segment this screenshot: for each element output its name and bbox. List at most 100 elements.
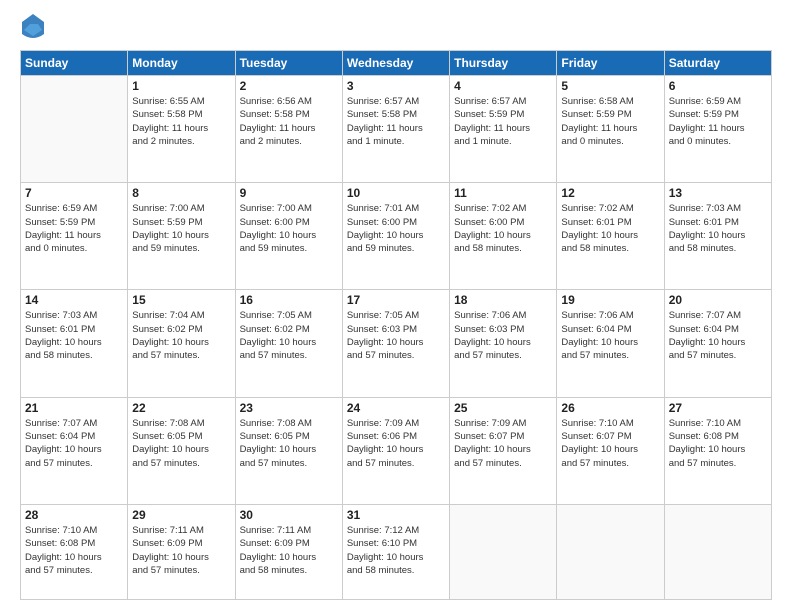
day-number: 21 [25, 401, 123, 415]
day-number: 19 [561, 293, 659, 307]
day-number: 25 [454, 401, 552, 415]
day-number: 14 [25, 293, 123, 307]
day-number: 4 [454, 79, 552, 93]
day-info: Sunrise: 6:55 AMSunset: 5:58 PMDaylight:… [132, 95, 230, 148]
calendar-cell: 12 Sunrise: 7:02 AMSunset: 6:01 PMDayligh… [557, 183, 664, 290]
calendar-cell: 19Sunrise: 7:06 AMSunset: 6:04 PMDayligh… [557, 290, 664, 397]
calendar-table: SundayMondayTuesdayWednesdayThursdayFrid… [20, 50, 772, 600]
logo [20, 18, 44, 42]
day-info: Sunrise: 7:06 AMSunset: 6:03 PMDaylight:… [454, 309, 552, 362]
day-info: Sunrise: 6:57 AMSunset: 5:58 PMDaylight:… [347, 95, 445, 148]
calendar-header-thursday: Thursday [450, 51, 557, 76]
calendar-cell: 7 Sunrise: 6:59 AMSunset: 5:59 PMDaylight… [21, 183, 128, 290]
calendar-week-2: 7 Sunrise: 6:59 AMSunset: 5:59 PMDaylight… [21, 183, 772, 290]
day-number: 18 [454, 293, 552, 307]
day-info: Sunrise: 7:03 AMSunset: 6:01 PMDaylight:… [669, 202, 767, 255]
day-number: 12 [561, 186, 659, 200]
calendar-cell: 22 Sunrise: 7:08 AMSunset: 6:05 PMDayligh… [128, 397, 235, 504]
day-number: 15 [132, 293, 230, 307]
day-number: 2 [240, 79, 338, 93]
calendar-header-saturday: Saturday [664, 51, 771, 76]
page: SundayMondayTuesdayWednesdayThursdayFrid… [0, 0, 792, 612]
calendar-cell: 10Sunrise: 7:01 AMSunset: 6:00 PMDayligh… [342, 183, 449, 290]
calendar-week-3: 14 Sunrise: 7:03 AMSunset: 6:01 PMDayligh… [21, 290, 772, 397]
day-number: 27 [669, 401, 767, 415]
calendar-week-4: 21 Sunrise: 7:07 AMSunset: 6:04 PMDayligh… [21, 397, 772, 504]
day-info: Sunrise: 7:00 AMSunset: 5:59 PMDaylight:… [132, 202, 230, 255]
calendar-header-tuesday: Tuesday [235, 51, 342, 76]
header [20, 18, 772, 42]
day-info: Sunrise: 7:00 AMSunset: 6:00 PMDaylight:… [240, 202, 338, 255]
day-info: Sunrise: 6:57 AMSunset: 5:59 PMDaylight:… [454, 95, 552, 148]
day-number: 22 [132, 401, 230, 415]
day-number: 11 [454, 186, 552, 200]
day-info: Sunrise: 7:10 AMSunset: 6:07 PMDaylight:… [561, 417, 659, 470]
day-number: 30 [240, 508, 338, 522]
day-info: Sunrise: 7:09 AMSunset: 6:06 PMDaylight:… [347, 417, 445, 470]
day-number: 13 [669, 186, 767, 200]
day-info: Sunrise: 6:59 AMSunset: 5:59 PMDaylight:… [25, 202, 123, 255]
calendar-cell: 11 Sunrise: 7:02 AMSunset: 6:00 PMDayligh… [450, 183, 557, 290]
day-info: Sunrise: 7:11 AMSunset: 6:09 PMDaylight:… [132, 524, 230, 577]
calendar-cell: 27 Sunrise: 7:10 AMSunset: 6:08 PMDayligh… [664, 397, 771, 504]
day-info: Sunrise: 7:08 AMSunset: 6:05 PMDaylight:… [132, 417, 230, 470]
calendar-cell: 1 Sunrise: 6:55 AMSunset: 5:58 PMDaylight… [128, 76, 235, 183]
day-info: Sunrise: 7:03 AMSunset: 6:01 PMDaylight:… [25, 309, 123, 362]
calendar-cell: 13 Sunrise: 7:03 AMSunset: 6:01 PMDayligh… [664, 183, 771, 290]
day-number: 28 [25, 508, 123, 522]
calendar-cell: 30 Sunrise: 7:11 AMSunset: 6:09 PMDayligh… [235, 504, 342, 599]
calendar-cell: 17 Sunrise: 7:05 AMSunset: 6:03 PMDayligh… [342, 290, 449, 397]
day-info: Sunrise: 7:05 AMSunset: 6:02 PMDaylight:… [240, 309, 338, 362]
day-info: Sunrise: 7:02 AMSunset: 6:00 PMDaylight:… [454, 202, 552, 255]
calendar-cell: 18 Sunrise: 7:06 AMSunset: 6:03 PMDayligh… [450, 290, 557, 397]
day-info: Sunrise: 7:09 AMSunset: 6:07 PMDaylight:… [454, 417, 552, 470]
calendar-week-5: 28 Sunrise: 7:10 AMSunset: 6:08 PMDayligh… [21, 504, 772, 599]
calendar-cell: 20 Sunrise: 7:07 AMSunset: 6:04 PMDayligh… [664, 290, 771, 397]
calendar-cell: 26 Sunrise: 7:10 AMSunset: 6:07 PMDayligh… [557, 397, 664, 504]
calendar-cell: 23Sunrise: 7:08 AMSunset: 6:05 PMDayligh… [235, 397, 342, 504]
day-info: Sunrise: 7:04 AMSunset: 6:02 PMDaylight:… [132, 309, 230, 362]
calendar-week-1: 1 Sunrise: 6:55 AMSunset: 5:58 PMDaylight… [21, 76, 772, 183]
calendar-cell [557, 504, 664, 599]
day-info: Sunrise: 7:02 AMSunset: 6:01 PMDaylight:… [561, 202, 659, 255]
day-info: Sunrise: 7:07 AMSunset: 6:04 PMDaylight:… [25, 417, 123, 470]
calendar-cell: 31Sunrise: 7:12 AMSunset: 6:10 PMDayligh… [342, 504, 449, 599]
calendar-cell: 24Sunrise: 7:09 AMSunset: 6:06 PMDayligh… [342, 397, 449, 504]
calendar-cell: 28 Sunrise: 7:10 AMSunset: 6:08 PMDayligh… [21, 504, 128, 599]
day-info: Sunrise: 7:05 AMSunset: 6:03 PMDaylight:… [347, 309, 445, 362]
calendar-cell: 3Sunrise: 6:57 AMSunset: 5:58 PMDaylight… [342, 76, 449, 183]
calendar-cell: 25 Sunrise: 7:09 AMSunset: 6:07 PMDayligh… [450, 397, 557, 504]
calendar-cell [450, 504, 557, 599]
day-number: 8 [132, 186, 230, 200]
day-info: Sunrise: 6:56 AMSunset: 5:58 PMDaylight:… [240, 95, 338, 148]
day-number: 17 [347, 293, 445, 307]
calendar-cell: 9 Sunrise: 7:00 AMSunset: 6:00 PMDaylight… [235, 183, 342, 290]
calendar-cell [21, 76, 128, 183]
day-number: 7 [25, 186, 123, 200]
calendar-header-row: SundayMondayTuesdayWednesdayThursdayFrid… [21, 51, 772, 76]
calendar-cell: 16 Sunrise: 7:05 AMSunset: 6:02 PMDayligh… [235, 290, 342, 397]
calendar-cell: 14 Sunrise: 7:03 AMSunset: 6:01 PMDayligh… [21, 290, 128, 397]
calendar-cell: 29 Sunrise: 7:11 AMSunset: 6:09 PMDayligh… [128, 504, 235, 599]
day-info: Sunrise: 7:08 AMSunset: 6:05 PMDaylight:… [240, 417, 338, 470]
day-info: Sunrise: 6:58 AMSunset: 5:59 PMDaylight:… [561, 95, 659, 148]
calendar-header-monday: Monday [128, 51, 235, 76]
day-number: 1 [132, 79, 230, 93]
calendar-cell: 8 Sunrise: 7:00 AMSunset: 5:59 PMDaylight… [128, 183, 235, 290]
calendar-cell: 15 Sunrise: 7:04 AMSunset: 6:02 PMDayligh… [128, 290, 235, 397]
day-info: Sunrise: 7:10 AMSunset: 6:08 PMDaylight:… [669, 417, 767, 470]
day-number: 6 [669, 79, 767, 93]
day-number: 16 [240, 293, 338, 307]
day-info: Sunrise: 7:01 AMSunset: 6:00 PMDaylight:… [347, 202, 445, 255]
day-number: 29 [132, 508, 230, 522]
day-number: 9 [240, 186, 338, 200]
day-info: Sunrise: 7:10 AMSunset: 6:08 PMDaylight:… [25, 524, 123, 577]
calendar-header-wednesday: Wednesday [342, 51, 449, 76]
logo-icon [22, 14, 44, 42]
day-number: 26 [561, 401, 659, 415]
day-number: 20 [669, 293, 767, 307]
day-info: Sunrise: 7:11 AMSunset: 6:09 PMDaylight:… [240, 524, 338, 577]
day-info: Sunrise: 7:07 AMSunset: 6:04 PMDaylight:… [669, 309, 767, 362]
day-info: Sunrise: 6:59 AMSunset: 5:59 PMDaylight:… [669, 95, 767, 148]
calendar-cell: 21 Sunrise: 7:07 AMSunset: 6:04 PMDayligh… [21, 397, 128, 504]
